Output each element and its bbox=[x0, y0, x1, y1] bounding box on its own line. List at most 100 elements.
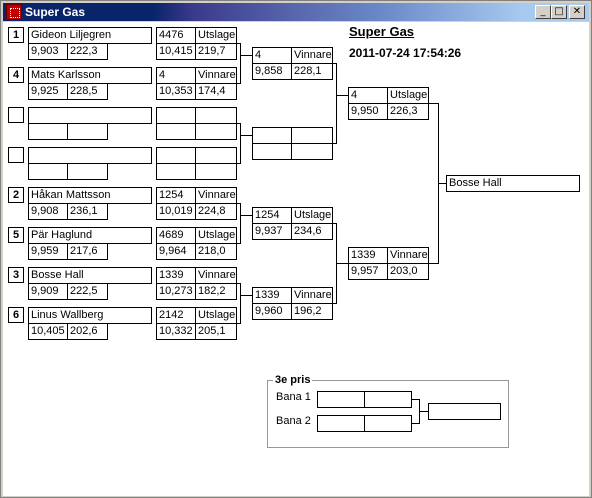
speed-value[interactable] bbox=[67, 163, 108, 180]
title-bar[interactable]: Super Gas _ □ ✕ bbox=[3, 3, 589, 21]
elapsed-time[interactable]: 10,332 bbox=[156, 323, 196, 340]
speed-value[interactable] bbox=[195, 163, 237, 180]
heat-result[interactable]: Utslagen bbox=[387, 87, 429, 104]
heat-result[interactable]: Vinnare bbox=[195, 187, 237, 204]
speed-value[interactable]: 174,4 bbox=[195, 83, 237, 100]
driver-name[interactable]: Håkan Mattsson bbox=[28, 187, 152, 204]
speed-value[interactable]: 234,6 bbox=[291, 223, 333, 240]
speed-value[interactable]: 228,5 bbox=[67, 83, 108, 100]
speed-value[interactable]: 203,0 bbox=[387, 263, 429, 280]
car-number[interactable]: 1339 bbox=[156, 267, 196, 284]
speed-value[interactable]: 182,2 bbox=[195, 283, 237, 300]
elapsed-time[interactable]: 10,415 bbox=[156, 43, 196, 60]
elapsed-time[interactable]: 10,019 bbox=[156, 203, 196, 220]
heat-result[interactable]: Vinnare bbox=[291, 287, 333, 304]
third-place-result[interactable] bbox=[428, 403, 501, 420]
heat-result[interactable]: Vinnare bbox=[195, 267, 237, 284]
seed-number bbox=[8, 147, 24, 163]
car-number[interactable]: 4476 bbox=[156, 27, 196, 44]
bracket-connector bbox=[336, 95, 348, 96]
car-number[interactable]: 1254 bbox=[252, 207, 292, 224]
reaction-time[interactable]: 9,909 bbox=[28, 283, 68, 300]
speed-value[interactable]: 222,3 bbox=[67, 43, 108, 60]
driver-name[interactable]: Bosse Hall bbox=[28, 267, 152, 284]
car-number[interactable]: 1254 bbox=[156, 187, 196, 204]
bracket-connector bbox=[240, 295, 252, 296]
elapsed-time[interactable]: 10,273 bbox=[156, 283, 196, 300]
reaction-time[interactable]: 10,405 bbox=[28, 323, 68, 340]
car-number[interactable]: 2142 bbox=[156, 307, 196, 324]
car-number[interactable] bbox=[252, 127, 292, 144]
car-number[interactable]: 4689 bbox=[156, 227, 196, 244]
heat-result[interactable]: Utslagen bbox=[291, 207, 333, 224]
heat-result[interactable]: Vinnare bbox=[387, 247, 429, 264]
speed-value[interactable]: 217,6 bbox=[67, 243, 108, 260]
overall-winner[interactable]: Bosse Hall bbox=[446, 175, 580, 192]
heat-result[interactable]: Vinnare bbox=[195, 67, 237, 84]
speed-value[interactable] bbox=[67, 123, 108, 140]
elapsed-time[interactable]: 9,937 bbox=[252, 223, 292, 240]
driver-name[interactable]: Pär Haglund bbox=[28, 227, 152, 244]
minimize-button[interactable]: _ bbox=[535, 5, 551, 19]
car-number[interactable]: 1339 bbox=[348, 247, 388, 264]
heat-result[interactable] bbox=[195, 147, 237, 164]
speed-value[interactable]: 222,5 bbox=[67, 283, 108, 300]
heat-result[interactable]: Utslagen bbox=[195, 227, 237, 244]
third-lane1-entry[interactable] bbox=[317, 391, 365, 408]
elapsed-time[interactable]: 9,957 bbox=[348, 263, 388, 280]
driver-name[interactable] bbox=[28, 107, 152, 124]
car-number[interactable]: 4 bbox=[252, 47, 292, 64]
driver-name[interactable]: Linus Wallberg bbox=[28, 307, 152, 324]
elapsed-time[interactable]: 9,858 bbox=[252, 63, 292, 80]
driver-name[interactable]: Gideon Liljegren bbox=[28, 27, 152, 44]
speed-value[interactable] bbox=[291, 143, 333, 160]
elapsed-time[interactable] bbox=[156, 123, 196, 140]
driver-name[interactable] bbox=[28, 147, 152, 164]
elapsed-time[interactable] bbox=[156, 163, 196, 180]
speed-value[interactable]: 196,2 bbox=[291, 303, 333, 320]
elapsed-time[interactable]: 9,950 bbox=[348, 103, 388, 120]
speed-value[interactable]: 202,6 bbox=[67, 323, 108, 340]
event-heading: Super Gas bbox=[349, 24, 415, 39]
bracket-area: Super Gas 2011-07-24 17:54:26 1 Gideon Li… bbox=[3, 22, 589, 496]
window-title: Super Gas bbox=[25, 5, 86, 19]
app-icon[interactable] bbox=[6, 4, 22, 20]
heat-result[interactable]: Utslagen bbox=[195, 307, 237, 324]
speed-value[interactable]: 228,1 bbox=[291, 63, 333, 80]
elapsed-time[interactable]: 9,964 bbox=[156, 243, 196, 260]
car-number[interactable] bbox=[156, 147, 196, 164]
speed-value[interactable]: 236,1 bbox=[67, 203, 108, 220]
driver-name[interactable]: Mats Karlsson bbox=[28, 67, 152, 84]
car-number[interactable]: 1339 bbox=[252, 287, 292, 304]
reaction-time[interactable]: 9,903 bbox=[28, 43, 68, 60]
seed-number: 6 bbox=[8, 307, 24, 323]
reaction-time[interactable] bbox=[28, 123, 68, 140]
seed-number: 3 bbox=[8, 267, 24, 283]
third-lane2-result[interactable] bbox=[364, 415, 412, 432]
car-number[interactable] bbox=[156, 107, 196, 124]
speed-value[interactable]: 205,1 bbox=[195, 323, 237, 340]
third-lane1-result[interactable] bbox=[364, 391, 412, 408]
speed-value[interactable]: 219,7 bbox=[195, 43, 237, 60]
third-lane2-entry[interactable] bbox=[317, 415, 365, 432]
elapsed-time[interactable] bbox=[252, 143, 292, 160]
heat-result[interactable] bbox=[195, 107, 237, 124]
reaction-time[interactable]: 9,908 bbox=[28, 203, 68, 220]
speed-value[interactable]: 218,0 bbox=[195, 243, 237, 260]
heat-result[interactable]: Vinnare bbox=[291, 47, 333, 64]
reaction-time[interactable] bbox=[28, 163, 68, 180]
maximize-button[interactable]: □ bbox=[551, 5, 567, 19]
elapsed-time[interactable]: 10,353 bbox=[156, 83, 196, 100]
reaction-time[interactable]: 9,925 bbox=[28, 83, 68, 100]
speed-value[interactable] bbox=[195, 123, 237, 140]
car-number[interactable]: 4 bbox=[348, 87, 388, 104]
speed-value[interactable]: 226,3 bbox=[387, 103, 429, 120]
heat-result[interactable] bbox=[291, 127, 333, 144]
heat-result[interactable]: Utslagen bbox=[195, 27, 237, 44]
car-number[interactable]: 4 bbox=[156, 67, 196, 84]
speed-value[interactable]: 224,8 bbox=[195, 203, 237, 220]
close-button[interactable]: ✕ bbox=[569, 5, 585, 19]
main-window: Super Gas _ □ ✕ Super Gas 2011-07-24 17:… bbox=[0, 0, 592, 498]
elapsed-time[interactable]: 9,960 bbox=[252, 303, 292, 320]
reaction-time[interactable]: 9,959 bbox=[28, 243, 68, 260]
